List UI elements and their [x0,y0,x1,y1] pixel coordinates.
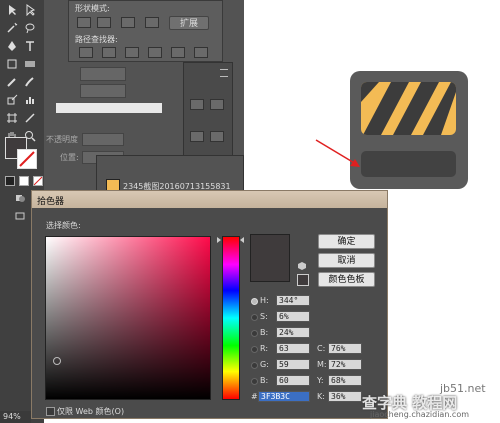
s-field[interactable]: 6% [276,311,310,322]
web-only-checkbox[interactable] [46,407,55,416]
h-field[interactable]: 344° [276,295,310,306]
align-panel [183,62,233,170]
layers-panel: 2345截图20160713155831 [96,155,244,195]
new-color-preview [250,234,290,282]
web-color-swatch[interactable] [297,274,309,286]
g-field[interactable]: 59 [276,359,310,370]
draw-mode-icon[interactable] [14,192,26,204]
dialog-titlebar: 拾色器 [32,191,387,208]
opacity-label: 不透明度 [46,135,78,144]
hue-arrow-left[interactable] [217,237,221,243]
h-radio[interactable] [251,298,258,305]
m-field[interactable]: 72% [328,359,362,370]
s-radio[interactable] [251,314,258,321]
panel-menu-icon[interactable] [220,69,228,77]
watermark-url: jiaocheng.chazidian.com [370,410,470,419]
hex-label: # [251,392,258,401]
m-label: M: [317,360,327,369]
r-radio[interactable] [251,346,258,353]
property-field-1[interactable] [80,67,126,81]
blue-radio[interactable] [251,378,258,385]
y-label: Y: [317,376,324,385]
pen-tool-icon[interactable] [6,40,18,52]
exclude-button[interactable] [145,17,159,28]
screen-mode-icon[interactable] [14,210,26,222]
color-mode-icon[interactable] [5,176,15,186]
status-bar: 94% [0,411,31,423]
none-mode-icon[interactable] [33,176,43,186]
r-field[interactable]: 63 [276,343,310,354]
selection-tool-icon[interactable] [6,4,18,16]
stroke-swatch[interactable] [17,149,37,169]
s-label: S: [260,312,268,321]
k-field[interactable]: 36% [328,391,362,402]
pathfinders-label: 路径查找器: [75,35,118,44]
h-label: H: [260,296,269,305]
brush-tool-icon[interactable] [24,76,36,88]
merge-button[interactable] [125,47,139,58]
direct-select-tool-icon[interactable] [24,4,36,16]
type-tool-icon[interactable] [24,40,36,52]
saturation-brightness-field[interactable] [45,236,211,400]
lasso-tool-icon[interactable] [24,22,36,34]
illustration-card [350,71,468,189]
artboard-tool-icon[interactable] [6,112,18,124]
blue-label: B: [260,376,269,385]
dark-bar [361,151,456,177]
position-label: 位置: [60,153,79,162]
cube-icon[interactable] [298,262,306,270]
distribute-left-button[interactable] [190,131,204,142]
dialog-title: 拾色器 [37,197,65,207]
web-only-label: 仅限 Web 颜色(O) [57,407,125,416]
crop-button[interactable] [148,47,162,58]
distribute-center-button[interactable] [210,131,224,142]
expand-button[interactable]: 扩展 [169,16,209,30]
opacity-field[interactable] [82,133,124,146]
rectangle-tool-icon[interactable] [6,58,18,70]
y-field[interactable]: 68% [328,375,362,386]
red-arrow [315,139,360,167]
intersect-button[interactable] [121,17,135,28]
gradient-tool-icon[interactable] [24,58,36,70]
graph-tool-icon[interactable] [24,94,36,106]
property-field-2[interactable] [80,84,126,98]
color-picker-dialog: 拾色器 选择颜色: 确定 取消 颜色色板 H: 344° S: 6% B: 24… [31,190,388,419]
magic-wand-tool-icon[interactable] [6,22,18,34]
r-label: R: [260,344,269,353]
align-center-button[interactable] [210,99,224,110]
g-label: G: [260,360,269,369]
select-color-label: 选择颜色: [46,221,81,230]
eyedropper-tool-icon[interactable] [6,76,18,88]
outline-button[interactable] [171,47,185,58]
color-swatches-button[interactable]: 颜色色板 [318,272,375,287]
blue-field[interactable]: 60 [276,375,310,386]
minus-front-button[interactable] [97,17,111,28]
trim-button[interactable] [102,47,116,58]
property-strip [56,103,162,113]
b-label: B: [260,328,269,337]
minus-back-button[interactable] [194,47,208,58]
hue-arrow-right[interactable] [240,237,244,243]
scale-tool-icon[interactable] [6,94,18,106]
ok-button[interactable]: 确定 [318,234,375,249]
unite-button[interactable] [77,17,91,28]
k-label: K: [317,392,325,401]
gradient-mode-icon[interactable] [19,176,29,186]
hazard-stripe-panel [361,82,456,135]
divide-button[interactable] [79,47,93,58]
b-field[interactable]: 24% [276,327,310,338]
hex-field[interactable]: 3F3B3C [258,391,310,402]
g-radio[interactable] [251,362,258,369]
align-left-button[interactable] [190,99,204,110]
c-field[interactable]: 76% [328,343,362,354]
hue-slider[interactable] [222,236,240,400]
color-selector-ring[interactable] [53,357,61,365]
zoom-level[interactable]: 94% [3,412,21,421]
cancel-button[interactable]: 取消 [318,253,375,268]
b-radio[interactable] [251,330,258,337]
c-label: C: [317,344,326,353]
slice-tool-icon[interactable] [24,112,36,124]
pathfinder-panel: 形状模式: 扩展 路径查找器: [68,0,223,62]
shape-modes-label: 形状模式: [75,4,110,13]
